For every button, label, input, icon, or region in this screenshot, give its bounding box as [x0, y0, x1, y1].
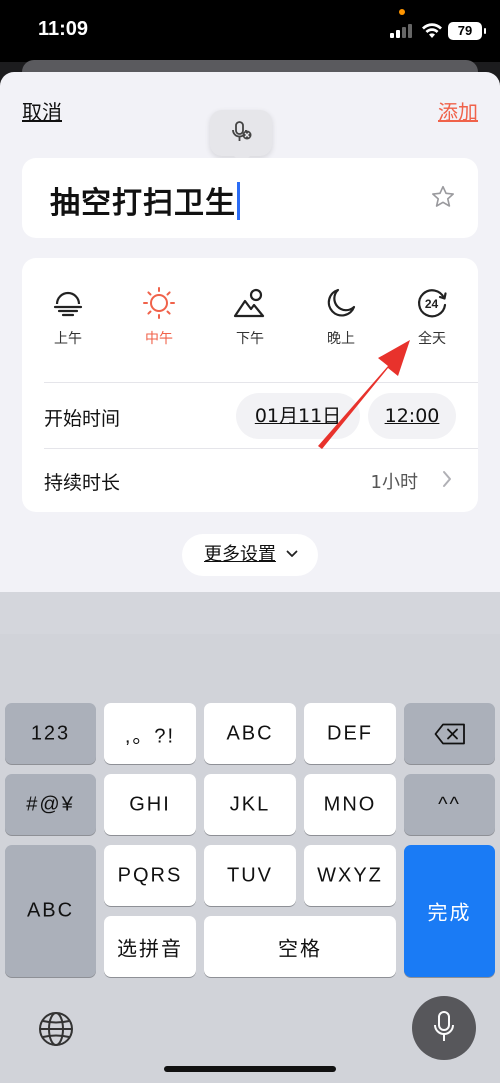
start-date-button[interactable]: 01月11日: [236, 393, 360, 439]
status-time: 11:09: [38, 18, 89, 40]
key-label: WXYZ: [317, 864, 383, 886]
key-label: GHI: [129, 793, 171, 815]
duration-label: 持续时长: [44, 472, 121, 494]
add-button[interactable]: 添加: [438, 96, 478, 125]
key-label: 123: [30, 722, 71, 744]
key-jkl[interactable]: JKL: [204, 774, 296, 835]
backspace-icon: [434, 723, 465, 744]
chevron-down-icon: [286, 550, 298, 557]
sun-icon: [143, 287, 175, 319]
key-label: TUV: [227, 864, 273, 886]
key-tuv[interactable]: TUV: [204, 845, 296, 906]
status-bar: 11:09 79: [0, 0, 500, 62]
slot-morning[interactable]: 上午: [22, 286, 114, 366]
key-label: ABC: [226, 722, 274, 744]
slot-label: 上午: [54, 331, 82, 347]
start-date-value: 01月11日: [254, 405, 342, 427]
key-label: 选拼音: [117, 938, 183, 960]
slot-label: 晚上: [327, 331, 355, 347]
start-time-value: 12:00: [384, 405, 440, 427]
key-wxyz[interactable]: WXYZ: [304, 845, 396, 906]
slot-noon[interactable]: 中午: [113, 286, 205, 366]
key-pqrs[interactable]: PQRS: [104, 845, 196, 906]
key-delete[interactable]: [404, 703, 495, 764]
key-label: 空格: [278, 938, 322, 960]
key-label: ,。?!: [124, 725, 176, 747]
moon-icon: [327, 288, 356, 317]
slot-label: 中午: [145, 331, 173, 347]
home-indicator: [164, 1066, 336, 1072]
slot-evening[interactable]: 晚上: [295, 286, 387, 366]
key-label: #@¥: [26, 793, 75, 815]
wifi-icon: [422, 23, 442, 38]
key-symbols[interactable]: #@¥: [5, 774, 96, 835]
key-label: ^^: [438, 793, 461, 815]
more-settings-label: 更多设置: [204, 544, 276, 565]
slot-afternoon[interactable]: 下午: [204, 286, 296, 366]
key-emoticon[interactable]: ^^: [404, 774, 495, 835]
slot-all-day[interactable]: 24 全天: [386, 286, 478, 366]
key-punctuation[interactable]: ,。?!: [104, 703, 196, 764]
start-time-button[interactable]: 12:00: [368, 393, 456, 439]
slot-label: 全天: [418, 331, 446, 347]
schedule-settings-card: 上午 中午 下午 晚上 24 全天 开始时间 01月11日 12:00 持续时长…: [22, 258, 478, 512]
microphone-icon: [434, 1011, 454, 1041]
mountain-sun-icon: [233, 288, 265, 318]
key-label: DEF: [327, 722, 373, 744]
space-key[interactable]: 空格: [204, 916, 396, 977]
done-key[interactable]: 完成: [404, 845, 495, 977]
start-time-label: 开始时间: [44, 408, 121, 430]
text-caret: [237, 182, 240, 220]
chevron-right-icon[interactable]: [442, 470, 452, 488]
battery-indicator: 79: [448, 22, 486, 40]
divider: [44, 382, 478, 383]
cancel-button[interactable]: 取消: [22, 96, 62, 125]
more-settings-button[interactable]: 更多设置: [182, 534, 318, 576]
key-label: JKL: [229, 793, 271, 815]
key-abc[interactable]: ABC: [204, 703, 296, 764]
dictation-key[interactable]: [412, 996, 476, 1060]
dictation-bubble[interactable]: [210, 110, 272, 164]
key-pinyin[interactable]: 选拼音: [104, 916, 196, 977]
clock-24-icon: 24: [418, 289, 447, 318]
task-title-input[interactable]: 抽空打扫卫生: [50, 178, 240, 222]
key-def[interactable]: DEF: [304, 703, 396, 764]
time-slot-selector: 上午 中午 下午 晚上 24 全天: [22, 258, 478, 382]
key-label: MNO: [323, 793, 377, 815]
privacy-indicator-dot: [399, 9, 405, 15]
key-label: ABC: [26, 899, 75, 922]
key-label: PQRS: [117, 864, 183, 886]
task-title-text: 抽空打扫卫生: [50, 186, 236, 221]
key-label: 完成: [427, 902, 472, 925]
duration-value[interactable]: 1小时: [371, 468, 418, 494]
star-icon[interactable]: [430, 184, 456, 210]
sunrise-icon: [53, 291, 83, 317]
globe-icon[interactable]: [37, 1010, 75, 1048]
key-mno[interactable]: MNO: [304, 774, 396, 835]
key-numbers[interactable]: 123: [5, 703, 96, 764]
task-title-card[interactable]: 抽空打扫卫生: [22, 158, 478, 238]
cellular-signal-icon: [390, 24, 412, 38]
divider: [44, 448, 478, 449]
key-english[interactable]: ABC: [5, 845, 96, 977]
slot-label: 下午: [236, 331, 264, 347]
mic-off-icon: [232, 121, 252, 141]
key-ghi[interactable]: GHI: [104, 774, 196, 835]
keyboard-suggestion-bar: [0, 592, 500, 634]
svg-text:24: 24: [425, 297, 439, 311]
